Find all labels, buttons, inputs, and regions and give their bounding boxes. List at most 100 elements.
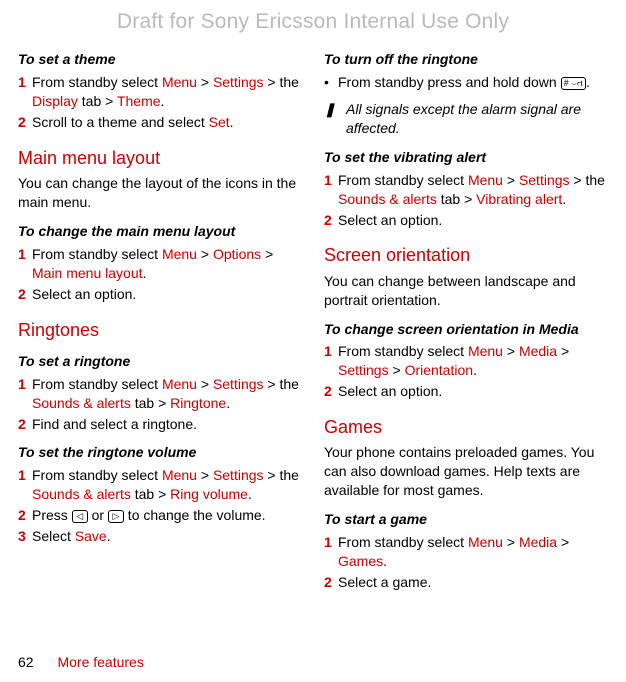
step-row: 2 Select an option. [324,382,608,401]
text: . [383,553,387,569]
step-text: From standby select Menu > Settings > th… [32,73,302,111]
body-text: Your phone contains preloaded games. You… [324,443,608,500]
step-text: Select an option. [338,211,608,230]
menu-path: Menu [162,467,197,483]
content-columns: To set a theme 1 From standby select Men… [18,40,608,593]
section-games: Games [324,415,608,439]
watermark-text: Draft for Sony Ericsson Internal Use Onl… [18,8,608,36]
sep: > [197,376,213,392]
menu-path: Ring volume [170,486,248,502]
text: . [586,74,590,90]
menu-path: Display [32,93,78,109]
step-text: From standby select Menu > Settings > th… [338,171,608,209]
step-text: From standby select Menu > Settings > th… [32,466,302,504]
menu-path: Menu [162,246,197,262]
nav-left-icon: ◁ [72,510,88,523]
menu-path: Ringtone [170,395,226,411]
menu-path: Settings [213,376,264,392]
heading-change-layout: To change the main menu layout [18,222,302,241]
menu-path: Sounds & alerts [32,395,131,411]
menu-path: Menu [468,343,503,359]
sep: > [261,246,273,262]
sep: > [197,467,213,483]
step-number: 1 [18,466,32,504]
note-row: ❚ All signals except the alarm signal ar… [324,100,608,138]
text: . [473,362,477,378]
text: > the [264,467,299,483]
step-row: 2 Select an option. [18,285,302,304]
text: From standby select [32,376,162,392]
menu-path: Set [209,114,230,130]
text: tab > [437,191,476,207]
body-text: You can change between landscape and por… [324,272,608,310]
menu-path: Menu [468,172,503,188]
sep: > [503,172,519,188]
note-text: All signals except the alarm signal are … [346,100,608,138]
text: . [230,114,234,130]
text: Select [32,528,75,544]
text: From standby select [32,74,162,90]
sep: > [389,362,405,378]
step-number: 2 [324,211,338,230]
text: . [562,191,566,207]
text: . [161,93,165,109]
menu-path: Games [338,553,383,569]
step-text: From standby press and hold down # ⌣ત. [338,73,608,92]
menu-path: Options [213,246,261,262]
text: . [143,265,147,281]
bullet-row: • From standby press and hold down # ⌣ત. [324,73,608,92]
menu-path: Main menu layout [32,265,143,281]
text: or [88,507,108,523]
heading-change-screen-orientation: To change screen orientation in Media [324,320,608,339]
nav-right-icon: ▷ [108,510,124,523]
step-text: Scroll to a theme and select Set. [32,113,302,132]
sep: > [557,343,569,359]
step-row: 2 Select a game. [324,573,608,592]
step-row: 2 Press ◁ or ▷ to change the volume. [18,506,302,525]
step-text: From standby select Menu > Settings > th… [32,375,302,413]
text: From standby select [32,246,162,262]
sep: > [197,74,213,90]
menu-path: Sounds & alerts [338,191,437,207]
note-icon: ❚ [324,100,346,138]
step-text: From standby select Menu > Media > Setti… [338,342,608,380]
text: > the [264,74,299,90]
step-number: 2 [18,285,32,304]
menu-path: Settings [213,74,264,90]
text: From standby select [338,343,468,359]
text: tab > [131,486,170,502]
page-footer: 62 More features [18,653,144,672]
step-number: 3 [18,527,32,546]
text: > the [570,172,605,188]
text: . [226,395,230,411]
step-text: Select Save. [32,527,302,546]
text: From standby select [338,172,468,188]
menu-path: Media [519,534,557,550]
step-row: 1 From standby select Menu > Media > Gam… [324,533,608,571]
menu-path: Theme [117,93,161,109]
menu-path: Save [75,528,107,544]
section-ringtones: Ringtones [18,318,302,342]
step-row: 1 From standby select Menu > Settings > … [18,73,302,111]
heading-turn-off-ringtone: To turn off the ringtone [324,50,608,69]
step-number: 1 [324,342,338,380]
hash-key-icon: # ⌣ત [561,77,586,90]
text: From standby select [338,534,468,550]
step-text: Select an option. [338,382,608,401]
sep: > [557,534,569,550]
menu-path: Menu [162,376,197,392]
step-text: Press ◁ or ▷ to change the volume. [32,506,302,525]
step-number: 2 [18,113,32,132]
heading-set-ringtone: To set a ringtone [18,352,302,371]
menu-path: Settings [213,467,264,483]
heading-ringtone-volume: To set the ringtone volume [18,443,302,462]
section-screen-orientation: Screen orientation [324,243,608,267]
step-number: 2 [324,382,338,401]
text: Scroll to a theme and select [32,114,209,130]
step-text: Select a game. [338,573,608,592]
step-text: Select an option. [32,285,302,304]
menu-path: Menu [162,74,197,90]
text: to change the volume. [124,507,266,523]
body-text: You can change the layout of the icons i… [18,174,302,212]
step-number: 2 [18,506,32,525]
